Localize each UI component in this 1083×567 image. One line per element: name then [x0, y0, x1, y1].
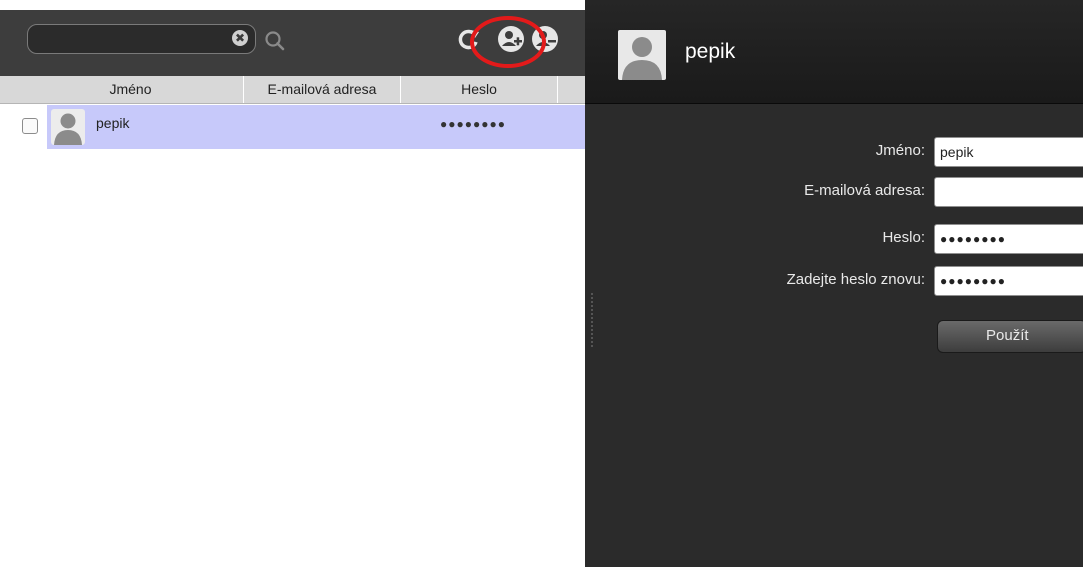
- name-label: Jméno:: [875, 142, 925, 159]
- row-checkbox[interactable]: [22, 118, 38, 134]
- apply-button-label: Použít: [986, 327, 1029, 344]
- user-list-pane: ✖ Jméno E-mailová adresa Heslo pepik ●●●…: [0, 0, 585, 567]
- name-field[interactable]: [934, 137, 1083, 167]
- password-field[interactable]: [934, 224, 1083, 254]
- user-avatar-icon: [618, 30, 666, 80]
- column-header-filler: [558, 76, 585, 103]
- user-avatar-icon: [51, 109, 85, 145]
- remove-user-icon[interactable]: [531, 25, 559, 53]
- password-confirm-label: Zadejte heslo znovu:: [786, 271, 925, 288]
- pane-splitter[interactable]: [591, 293, 593, 349]
- column-header-name[interactable]: Jméno: [18, 76, 244, 103]
- detail-header: pepik: [585, 0, 1083, 104]
- column-header-email[interactable]: E-mailová adresa: [244, 76, 401, 103]
- email-label: E-mailová adresa:: [804, 182, 925, 199]
- password-label: Heslo:: [882, 229, 925, 246]
- refresh-icon[interactable]: [456, 26, 482, 52]
- add-user-icon[interactable]: [497, 25, 525, 53]
- apply-button[interactable]: Použít: [937, 320, 1083, 353]
- row-user-password: ●●●●●●●●: [440, 117, 506, 131]
- password-confirm-field[interactable]: [934, 266, 1083, 296]
- table-row[interactable]: pepik ●●●●●●●●: [0, 105, 585, 149]
- list-toolbar: ✖: [0, 10, 585, 76]
- table-header: Jméno E-mailová adresa Heslo: [0, 76, 585, 104]
- search-icon[interactable]: [262, 28, 288, 54]
- user-detail-pane: pepik Jméno: E-mailová adresa: Heslo: Za…: [585, 0, 1083, 567]
- column-header-password[interactable]: Heslo: [401, 76, 558, 103]
- search-input[interactable]: [27, 24, 256, 54]
- row-user-name: pepik: [96, 115, 130, 131]
- detail-title: pepik: [685, 40, 736, 63]
- email-field[interactable]: [934, 177, 1083, 207]
- clear-search-icon[interactable]: ✖: [232, 30, 248, 46]
